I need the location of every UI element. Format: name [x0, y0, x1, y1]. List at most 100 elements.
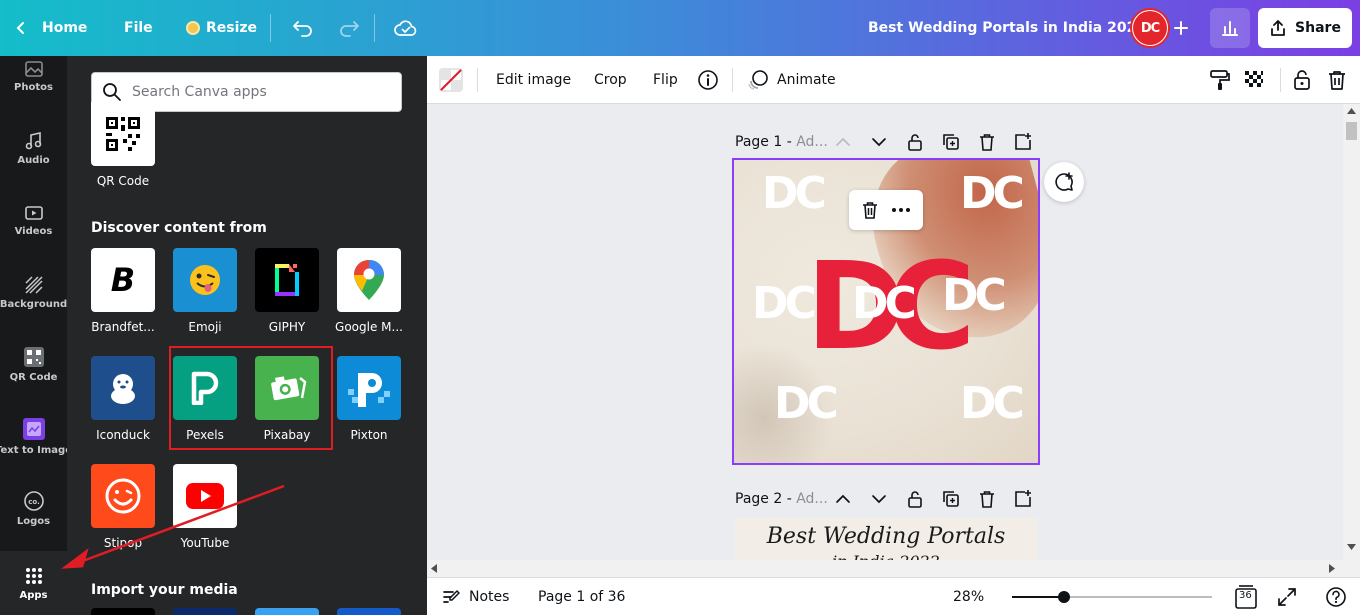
chevron-down-icon[interactable]: [869, 489, 889, 509]
duplicate-page-icon[interactable]: [941, 489, 961, 509]
rail-label: Text to Image: [0, 444, 72, 456]
rail-item-qr-code[interactable]: QR Code: [0, 332, 67, 396]
page-indicator[interactable]: Page 1 of 36: [538, 578, 625, 615]
lock-open-icon[interactable]: [905, 132, 925, 152]
duplicate-page-icon[interactable]: [941, 132, 961, 152]
brandfetch-logo-icon: B: [111, 263, 135, 297]
avatar[interactable]: DC: [1130, 8, 1170, 48]
plus-icon: [1174, 21, 1188, 35]
copy-style-button[interactable]: [1209, 56, 1231, 104]
scroll-left-arrow-icon[interactable]: [431, 564, 437, 573]
import-tile-1[interactable]: [91, 608, 155, 615]
page2-controls: [833, 489, 1033, 509]
apps-panel: QR Code Discover content from B Brandfet…: [67, 56, 427, 615]
delete-button[interactable]: [1326, 56, 1348, 104]
scroll-down-arrow-icon[interactable]: [1347, 544, 1356, 550]
app-label: GIPHY: [268, 320, 306, 334]
rail-item-audio[interactable]: Audio: [0, 116, 67, 180]
redo-button[interactable]: [338, 0, 360, 56]
app-brandfetch[interactable]: B Brandfet...: [91, 248, 155, 334]
scroll-thumb[interactable]: [1346, 122, 1357, 140]
page1-label[interactable]: Page 1 - Ad...: [735, 134, 828, 150]
help-button[interactable]: [1325, 578, 1347, 615]
youtube-logo-icon: [186, 483, 224, 509]
add-member-button[interactable]: [1172, 0, 1190, 56]
app-iconduck[interactable]: Iconduck: [91, 356, 155, 442]
crown-icon: [186, 21, 200, 35]
app-youtube[interactable]: YouTube: [173, 464, 237, 550]
notes-label: Notes: [469, 589, 510, 605]
redo-icon: [340, 21, 359, 37]
svg-text:co.: co.: [28, 498, 40, 506]
app-google-maps[interactable]: Google M...: [335, 248, 403, 334]
rail-item-photos[interactable]: Photos: [0, 44, 67, 108]
undo-button[interactable]: [292, 0, 314, 56]
page-subtitle: Ad...: [796, 134, 828, 150]
trash-icon[interactable]: [977, 489, 997, 509]
flip-button[interactable]: Flip: [653, 56, 678, 104]
info-icon: [698, 70, 718, 90]
horizontal-scrollbar[interactable]: [427, 560, 1343, 577]
zoom-slider[interactable]: [1012, 591, 1212, 603]
add-page-icon[interactable]: [1013, 489, 1033, 509]
info-button[interactable]: [697, 56, 719, 104]
google-maps-tile: [337, 248, 401, 312]
import-tile-3[interactable]: [255, 608, 319, 615]
share-button[interactable]: Share: [1258, 8, 1352, 48]
share-label: Share: [1295, 20, 1341, 36]
zoom-level[interactable]: 28%: [953, 578, 984, 615]
add-comment-button[interactable]: [1044, 162, 1084, 202]
resize-button[interactable]: Resize: [186, 0, 257, 56]
import-tile-4[interactable]: [337, 608, 401, 615]
animate-button[interactable]: Animate: [747, 56, 836, 104]
insights-button[interactable]: [1210, 8, 1250, 48]
watermark-logo: DC: [752, 278, 817, 329]
app-giphy[interactable]: GIPHY: [255, 248, 319, 334]
fullscreen-button[interactable]: [1277, 578, 1297, 615]
edit-image-button[interactable]: Edit image: [496, 56, 571, 104]
app-stipop[interactable]: Stipop: [91, 464, 155, 550]
watermark-logo: DC: [960, 378, 1025, 429]
rail-item-videos[interactable]: Videos: [0, 188, 67, 252]
music-note-icon: [25, 131, 41, 149]
rail-item-text-to-image[interactable]: Text to Image: [0, 404, 72, 468]
trash-icon[interactable]: [860, 200, 880, 220]
lock-button[interactable]: [1291, 56, 1313, 104]
page-title: Page 2 -: [735, 491, 792, 507]
rail-label: QR Code: [9, 371, 58, 383]
scroll-right-arrow-icon[interactable]: [1329, 564, 1335, 573]
trash-icon[interactable]: [977, 132, 997, 152]
more-options-icon[interactable]: [890, 200, 912, 220]
crop-button[interactable]: Crop: [594, 56, 627, 104]
scroll-up-arrow-icon[interactable]: [1347, 108, 1356, 114]
app-emoji[interactable]: Emoji: [173, 248, 237, 334]
transparency-checker-button[interactable]: [1243, 56, 1265, 104]
rail-item-background[interactable]: Background: [0, 260, 67, 324]
file-menu-button[interactable]: File: [124, 0, 153, 56]
app-pixton[interactable]: Pixton: [337, 356, 401, 442]
chevron-up-icon[interactable]: [833, 489, 853, 509]
brandfetch-tile: B: [91, 248, 155, 312]
app-qr-code[interactable]: QR Code: [91, 102, 155, 188]
transparency-button[interactable]: [439, 56, 463, 104]
zoom-slider-handle[interactable]: [1058, 591, 1070, 603]
divider: [1280, 68, 1281, 92]
chevron-up-icon[interactable]: [833, 132, 853, 152]
lock-open-icon[interactable]: [905, 489, 925, 509]
notes-button[interactable]: Notes: [441, 578, 509, 615]
add-page-icon[interactable]: [1013, 132, 1033, 152]
page-subtitle: Ad...: [796, 491, 828, 507]
page2-label[interactable]: Page 2 - Ad...: [735, 491, 828, 507]
search-input[interactable]: [132, 84, 392, 100]
checkerboard-icon: [1245, 71, 1263, 87]
grid-view-button[interactable]: 36: [1235, 578, 1257, 615]
document-title[interactable]: Best Wedding Portals in India 2022: [868, 0, 1146, 56]
chevron-down-icon[interactable]: [869, 132, 889, 152]
no-fill-icon: [439, 68, 463, 92]
cloud-save-button[interactable]: [394, 0, 418, 56]
rail-item-logos[interactable]: co. Logos: [0, 476, 67, 540]
rail-item-apps[interactable]: Apps: [0, 551, 67, 615]
element-floating-menu: [849, 190, 923, 230]
import-tile-2[interactable]: [173, 608, 237, 615]
vertical-scrollbar[interactable]: [1343, 104, 1360, 577]
